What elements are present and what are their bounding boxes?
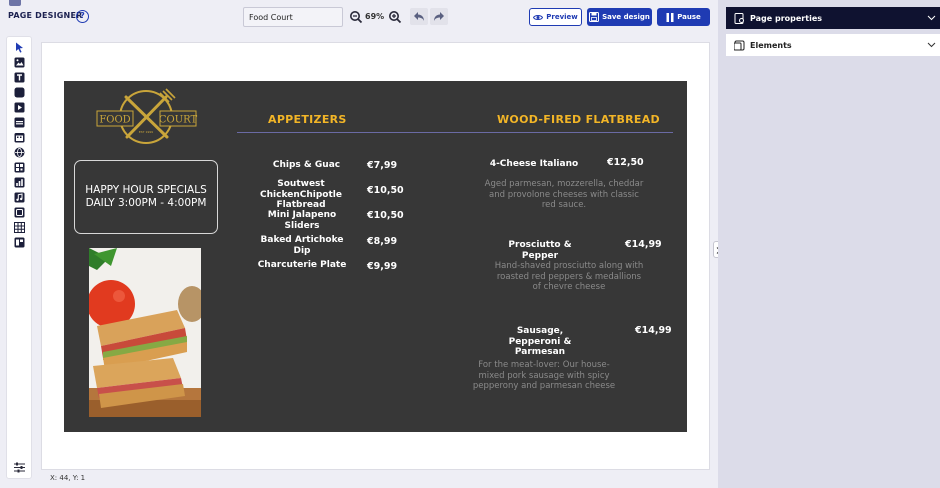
happy-hour-line2: DAILY 3:00PM - 4:00PM xyxy=(85,197,207,209)
flatbread-title[interactable]: WOOD-FIRED FLATBREAD xyxy=(497,113,660,126)
sliders-icon xyxy=(14,462,25,473)
table-icon xyxy=(14,222,25,233)
save-label: Save design xyxy=(602,13,650,21)
appetizer-price[interactable]: €7,99 xyxy=(367,160,397,171)
chart-icon xyxy=(14,177,25,188)
embed-tool[interactable] xyxy=(14,207,25,218)
text-icon xyxy=(14,72,25,83)
qr-tool[interactable] xyxy=(14,162,25,173)
table-tool[interactable] xyxy=(14,222,25,233)
appetizer-price[interactable]: €8,99 xyxy=(367,236,397,247)
chevron-down-icon xyxy=(927,42,936,48)
video-tool[interactable] xyxy=(14,102,25,113)
elements-icon xyxy=(734,40,745,50)
web-tool[interactable] xyxy=(14,147,25,158)
preview-button[interactable]: Preview xyxy=(529,8,582,26)
appetizers-title[interactable]: APPETIZERS xyxy=(268,113,347,126)
redo-icon xyxy=(434,12,444,21)
ticker-icon xyxy=(14,117,25,128)
zoom-in-icon xyxy=(389,11,402,24)
cursor-coordinates: X: 44, Y: 1 xyxy=(50,474,86,482)
calendar-icon xyxy=(14,133,25,143)
redo-button[interactable] xyxy=(430,8,448,25)
zoom-out-button[interactable] xyxy=(349,9,363,24)
flatbread-description[interactable]: Hand-shaved prosciutto along with roaste… xyxy=(494,261,644,293)
chart-tool[interactable] xyxy=(14,177,25,188)
element-toolbar xyxy=(6,36,32,479)
appetizer-name[interactable]: Mini Jalapeno Sliders xyxy=(250,210,354,231)
page-properties-label: Page properties xyxy=(750,13,823,23)
app-title: PAGE DESIGNER xyxy=(8,11,83,20)
flatbread-description[interactable]: For the meat-lover: Our house-mixed pork… xyxy=(469,360,619,392)
calendar-tool[interactable] xyxy=(14,132,25,143)
widget-tool[interactable] xyxy=(14,237,25,248)
settings-button[interactable] xyxy=(13,459,26,473)
flatbread-name[interactable]: 4-Cheese Italiano xyxy=(488,159,580,170)
pause-button[interactable]: Pause xyxy=(657,8,710,26)
section-divider xyxy=(237,132,673,133)
appetizer-name[interactable]: Chips & Guac xyxy=(269,160,344,171)
pause-label: Pause xyxy=(677,13,701,21)
appetizer-price[interactable]: €9,99 xyxy=(367,261,397,272)
zoom-out-icon xyxy=(350,11,363,24)
embed-icon xyxy=(14,207,25,218)
shape-icon xyxy=(14,87,25,98)
save-icon xyxy=(589,12,600,22)
zoom-level: 69% xyxy=(365,12,385,21)
top-bar: PAGE DESIGNER ? 69% Preview Save design … xyxy=(0,0,718,34)
pause-icon xyxy=(666,12,674,22)
widget-icon xyxy=(14,237,25,248)
appetizer-name[interactable]: Charcuterie Plate xyxy=(257,260,347,271)
food-court-logo[interactable]: FOOD COURT EST 1999 xyxy=(94,87,199,145)
audio-icon xyxy=(14,192,25,203)
appetizer-price[interactable]: €10,50 xyxy=(367,185,404,196)
image-tool[interactable] xyxy=(14,57,25,68)
flatbread-price[interactable]: €12,50 xyxy=(607,158,644,169)
web-icon xyxy=(14,147,25,158)
qr-icon xyxy=(14,162,25,173)
elements-label: Elements xyxy=(750,40,792,50)
flatbread-name[interactable]: Sausage, Pepperoni & Parmesan xyxy=(490,326,590,358)
pointer-icon xyxy=(16,42,23,53)
flatbread-price[interactable]: €14,99 xyxy=(635,326,672,336)
flatbread-price[interactable]: €14,99 xyxy=(625,240,662,250)
chevron-down-icon xyxy=(927,15,936,21)
sandwich-image[interactable] xyxy=(89,248,201,417)
page-settings-icon xyxy=(734,12,744,24)
properties-panel: Page properties Elements xyxy=(718,0,940,488)
page-properties-section[interactable]: Page properties xyxy=(726,7,940,29)
zoom-in-button[interactable] xyxy=(388,9,402,24)
flatbread-description[interactable]: Aged parmesan, mozzerella, cheddar and p… xyxy=(484,179,644,211)
app-logo xyxy=(9,0,21,6)
audio-tool[interactable] xyxy=(14,192,25,203)
logo-small-text: EST 1999 xyxy=(139,130,153,134)
logo-left-word: FOOD xyxy=(99,115,130,126)
elements-section[interactable]: Elements xyxy=(726,34,940,56)
eye-icon xyxy=(533,14,544,20)
shape-tool[interactable] xyxy=(14,87,25,98)
logo-right-word: COURT xyxy=(159,115,198,126)
ticker-tool[interactable] xyxy=(14,117,25,128)
text-tool[interactable] xyxy=(14,72,25,83)
undo-icon xyxy=(414,12,424,21)
help-icon[interactable]: ? xyxy=(76,10,89,23)
preview-label: Preview xyxy=(546,13,578,21)
video-icon xyxy=(14,102,25,113)
image-icon xyxy=(14,57,25,68)
save-design-button[interactable]: Save design xyxy=(587,8,652,26)
appetizer-name[interactable]: Baked Artichoke Dip xyxy=(252,235,352,256)
menu-board[interactable]: FOOD COURT EST 1999 HAPPY HOUR SPECIALS … xyxy=(64,81,687,432)
page-name-input[interactable] xyxy=(243,7,343,27)
pointer-tool[interactable] xyxy=(14,42,25,53)
happy-hour-line1: HAPPY HOUR SPECIALS xyxy=(85,184,207,196)
appetizer-price[interactable]: €10,50 xyxy=(367,210,404,221)
undo-button[interactable] xyxy=(410,8,428,25)
appetizer-name[interactable]: Soutwest ChickenChipotle Flatbread xyxy=(240,179,362,211)
happy-hour-box[interactable]: HAPPY HOUR SPECIALS DAILY 3:00PM - 4:00P… xyxy=(74,160,218,234)
flatbread-name[interactable]: Prosciutto & Pepper xyxy=(490,240,590,261)
